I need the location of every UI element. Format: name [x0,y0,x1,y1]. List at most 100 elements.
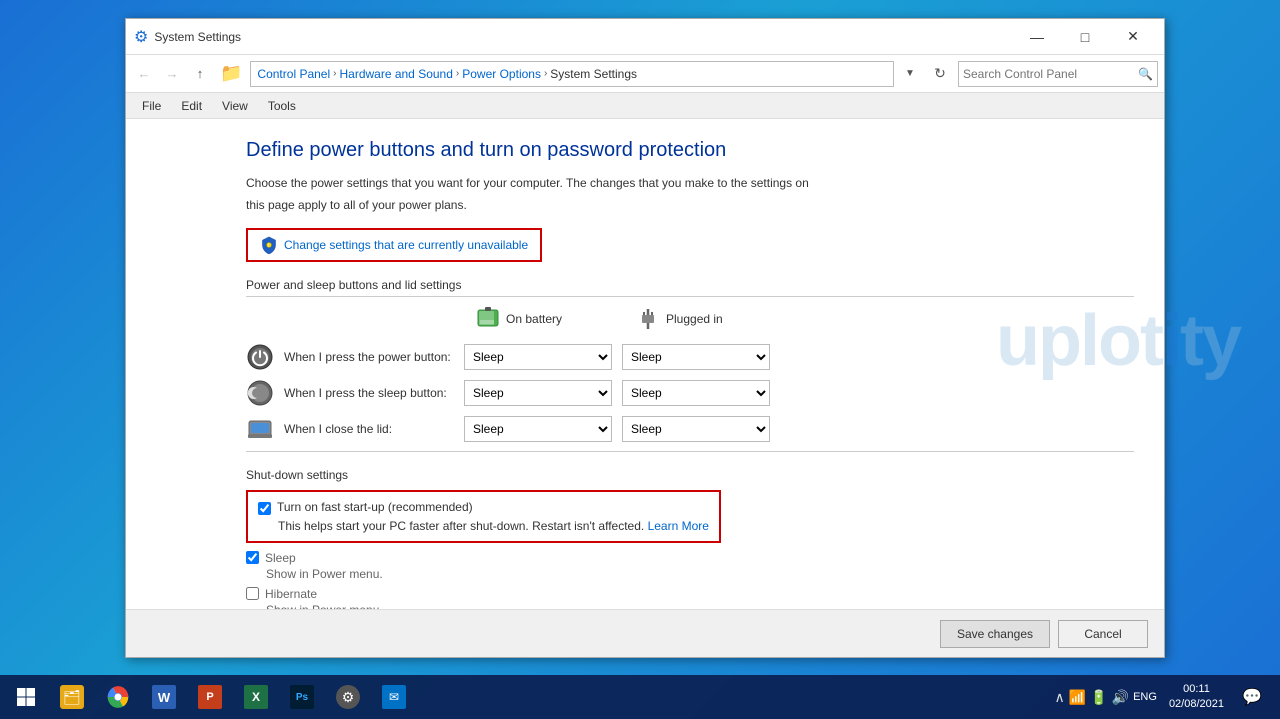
sleep-button-label: When I press the sleep button: [284,386,454,400]
menu-bar: File Edit View Tools [126,93,1164,119]
taskbar: 🗂 W P X [0,675,1280,719]
sleep-checkbox[interactable] [246,551,259,564]
taskbar-chrome[interactable] [96,675,140,719]
taskbar-file-explorer[interactable]: 🗂 [50,675,94,719]
fast-startup-label[interactable]: Turn on fast start-up (recommended) [277,500,473,514]
power-battery-select[interactable]: Sleep Do nothing Hibernate Shut down Tur… [464,344,612,370]
taskbar-apps: 🗂 W P X [50,675,416,719]
clock-time: 00:11 [1183,682,1210,697]
sleep-button-icon [246,379,274,407]
change-settings-box[interactable]: ! Change settings that are currently una… [246,228,542,262]
breadcrumb-hardware-sound[interactable]: Hardware and Sound [339,67,452,81]
search-input[interactable] [963,67,1138,81]
svg-text:!: ! [268,243,269,248]
breadcrumb-system-settings: System Settings [550,67,637,81]
hibernate-option-label[interactable]: Hibernate [265,587,317,601]
sleep-battery-select[interactable]: Sleep Do nothing Hibernate Shut down [464,380,612,406]
windows-logo-icon [16,687,36,707]
change-settings-link[interactable]: Change settings that are currently unava… [284,238,528,252]
back-button[interactable]: ← [132,62,156,86]
content-area: Define power buttons and turn on passwor… [126,119,1164,609]
window-title: System Settings [154,30,1014,44]
power-button-label: When I press the power button: [284,350,454,364]
taskbar-word[interactable]: W [142,675,186,719]
maximize-button[interactable]: □ [1062,22,1108,52]
refresh-button[interactable]: ↻ [926,61,954,87]
divider-line [246,451,1134,452]
plugged-in-label: Plugged in [666,312,723,326]
page-title: Define power buttons and turn on passwor… [246,139,1134,162]
sleep-option-label[interactable]: Sleep [265,551,296,565]
hibernate-option-row: Hibernate [246,587,1134,601]
settings-header-row: On battery Plugged in [476,305,1134,333]
lid-plugged-select[interactable]: Sleep Do nothing Hibernate Shut down [622,416,770,442]
window-controls: — □ ✕ [1014,22,1156,52]
address-bar: ← → ↑ 📁 Control Panel › Hardware and Sou… [126,55,1164,93]
menu-tools[interactable]: Tools [260,97,304,115]
power-button-row: When I press the power button: Sleep Do … [246,343,1134,371]
title-bar: ⚙ System Settings — □ ✕ [126,19,1164,55]
section-label-buttons: Power and sleep buttons and lid settings [246,278,1134,297]
save-changes-button[interactable]: Save changes [940,620,1050,648]
battery-icon [476,305,500,333]
breadcrumb-power-options[interactable]: Power Options [462,67,541,81]
chrome-icon [107,686,129,708]
plugged-column-header: Plugged in [636,307,796,331]
menu-file[interactable]: File [134,97,169,115]
dropdown-button[interactable]: ▼ [898,62,922,86]
lid-row: When I close the lid: Sleep Do nothing H… [246,415,1134,443]
fast-startup-desc: This helps start your PC faster after sh… [278,519,709,533]
tray-expand-icon[interactable]: ∧ [1055,689,1065,706]
description-line1: Choose the power settings that you want … [246,174,1134,192]
search-box: 🔍 [958,61,1158,87]
power-button-icon [246,343,274,371]
footer-bar: Save changes Cancel [126,609,1164,657]
description-line2: this page apply to all of your power pla… [246,196,1134,214]
menu-edit[interactable]: Edit [173,97,210,115]
start-button[interactable] [4,675,48,719]
tray-network-icon[interactable]: 📶 [1069,689,1086,706]
tray-battery-icon[interactable]: 🔋 [1090,689,1107,706]
breadcrumb-control-panel[interactable]: Control Panel [257,67,330,81]
on-battery-label: On battery [506,312,562,326]
hibernate-checkbox[interactable] [246,587,259,600]
fast-startup-checkbox[interactable] [258,502,271,515]
taskbar-right: ∧ 📶 🔋 🔊 ENG 00:11 02/08/2021 💬 [1055,675,1276,719]
clock-date: 02/08/2021 [1169,697,1224,712]
taskbar-settings[interactable]: ⚙ [326,675,370,719]
taskbar-mail[interactable]: ✉ [372,675,416,719]
close-button[interactable]: ✕ [1110,22,1156,52]
main-content: Define power buttons and turn on passwor… [126,119,1164,609]
fast-startup-box: Turn on fast start-up (recommended) This… [246,490,721,543]
learn-more-link[interactable]: Learn More [648,519,709,533]
window-icon: ⚙ [134,27,148,47]
menu-view[interactable]: View [214,97,256,115]
sleep-plugged-select[interactable]: Sleep Do nothing Hibernate Shut down [622,380,770,406]
tray-volume-icon[interactable]: 🔊 [1112,689,1129,706]
search-icon[interactable]: 🔍 [1138,67,1153,81]
clock[interactable]: 00:11 02/08/2021 [1163,682,1230,713]
folder-icon: 📁 [220,63,242,84]
breadcrumb-bar: Control Panel › Hardware and Sound › Pow… [250,61,894,87]
sleep-button-row: When I press the sleep button: Sleep Do … [246,379,1134,407]
power-plugged-select[interactable]: Sleep Do nothing Hibernate Shut down Tur… [622,344,770,370]
lid-icon [246,415,274,443]
fast-startup-row: Turn on fast start-up (recommended) [258,500,709,515]
notification-button[interactable]: 💬 [1236,675,1268,719]
shutdown-section: Shut-down settings Turn on fast start-up… [246,468,1134,609]
shield-icon: ! [260,236,278,254]
shutdown-label: Shut-down settings [246,468,1134,482]
taskbar-powerpoint[interactable]: P [188,675,232,719]
lid-battery-select[interactable]: Sleep Do nothing Hibernate Shut down [464,416,612,442]
taskbar-excel[interactable]: X [234,675,278,719]
battery-column-header: On battery [476,305,636,333]
minimize-button[interactable]: — [1014,22,1060,52]
up-button[interactable]: ↑ [188,62,212,86]
main-window: ⚙ System Settings — □ ✕ ← → ↑ 📁 Control … [125,18,1165,658]
tray-lang[interactable]: ENG [1133,691,1157,703]
cancel-button[interactable]: Cancel [1058,620,1148,648]
sleep-option-desc: Show in Power menu. [266,567,1134,581]
taskbar-photoshop[interactable]: Ps [280,675,324,719]
system-tray: ∧ 📶 🔋 🔊 ENG [1055,689,1157,706]
forward-button[interactable]: → [160,62,184,86]
